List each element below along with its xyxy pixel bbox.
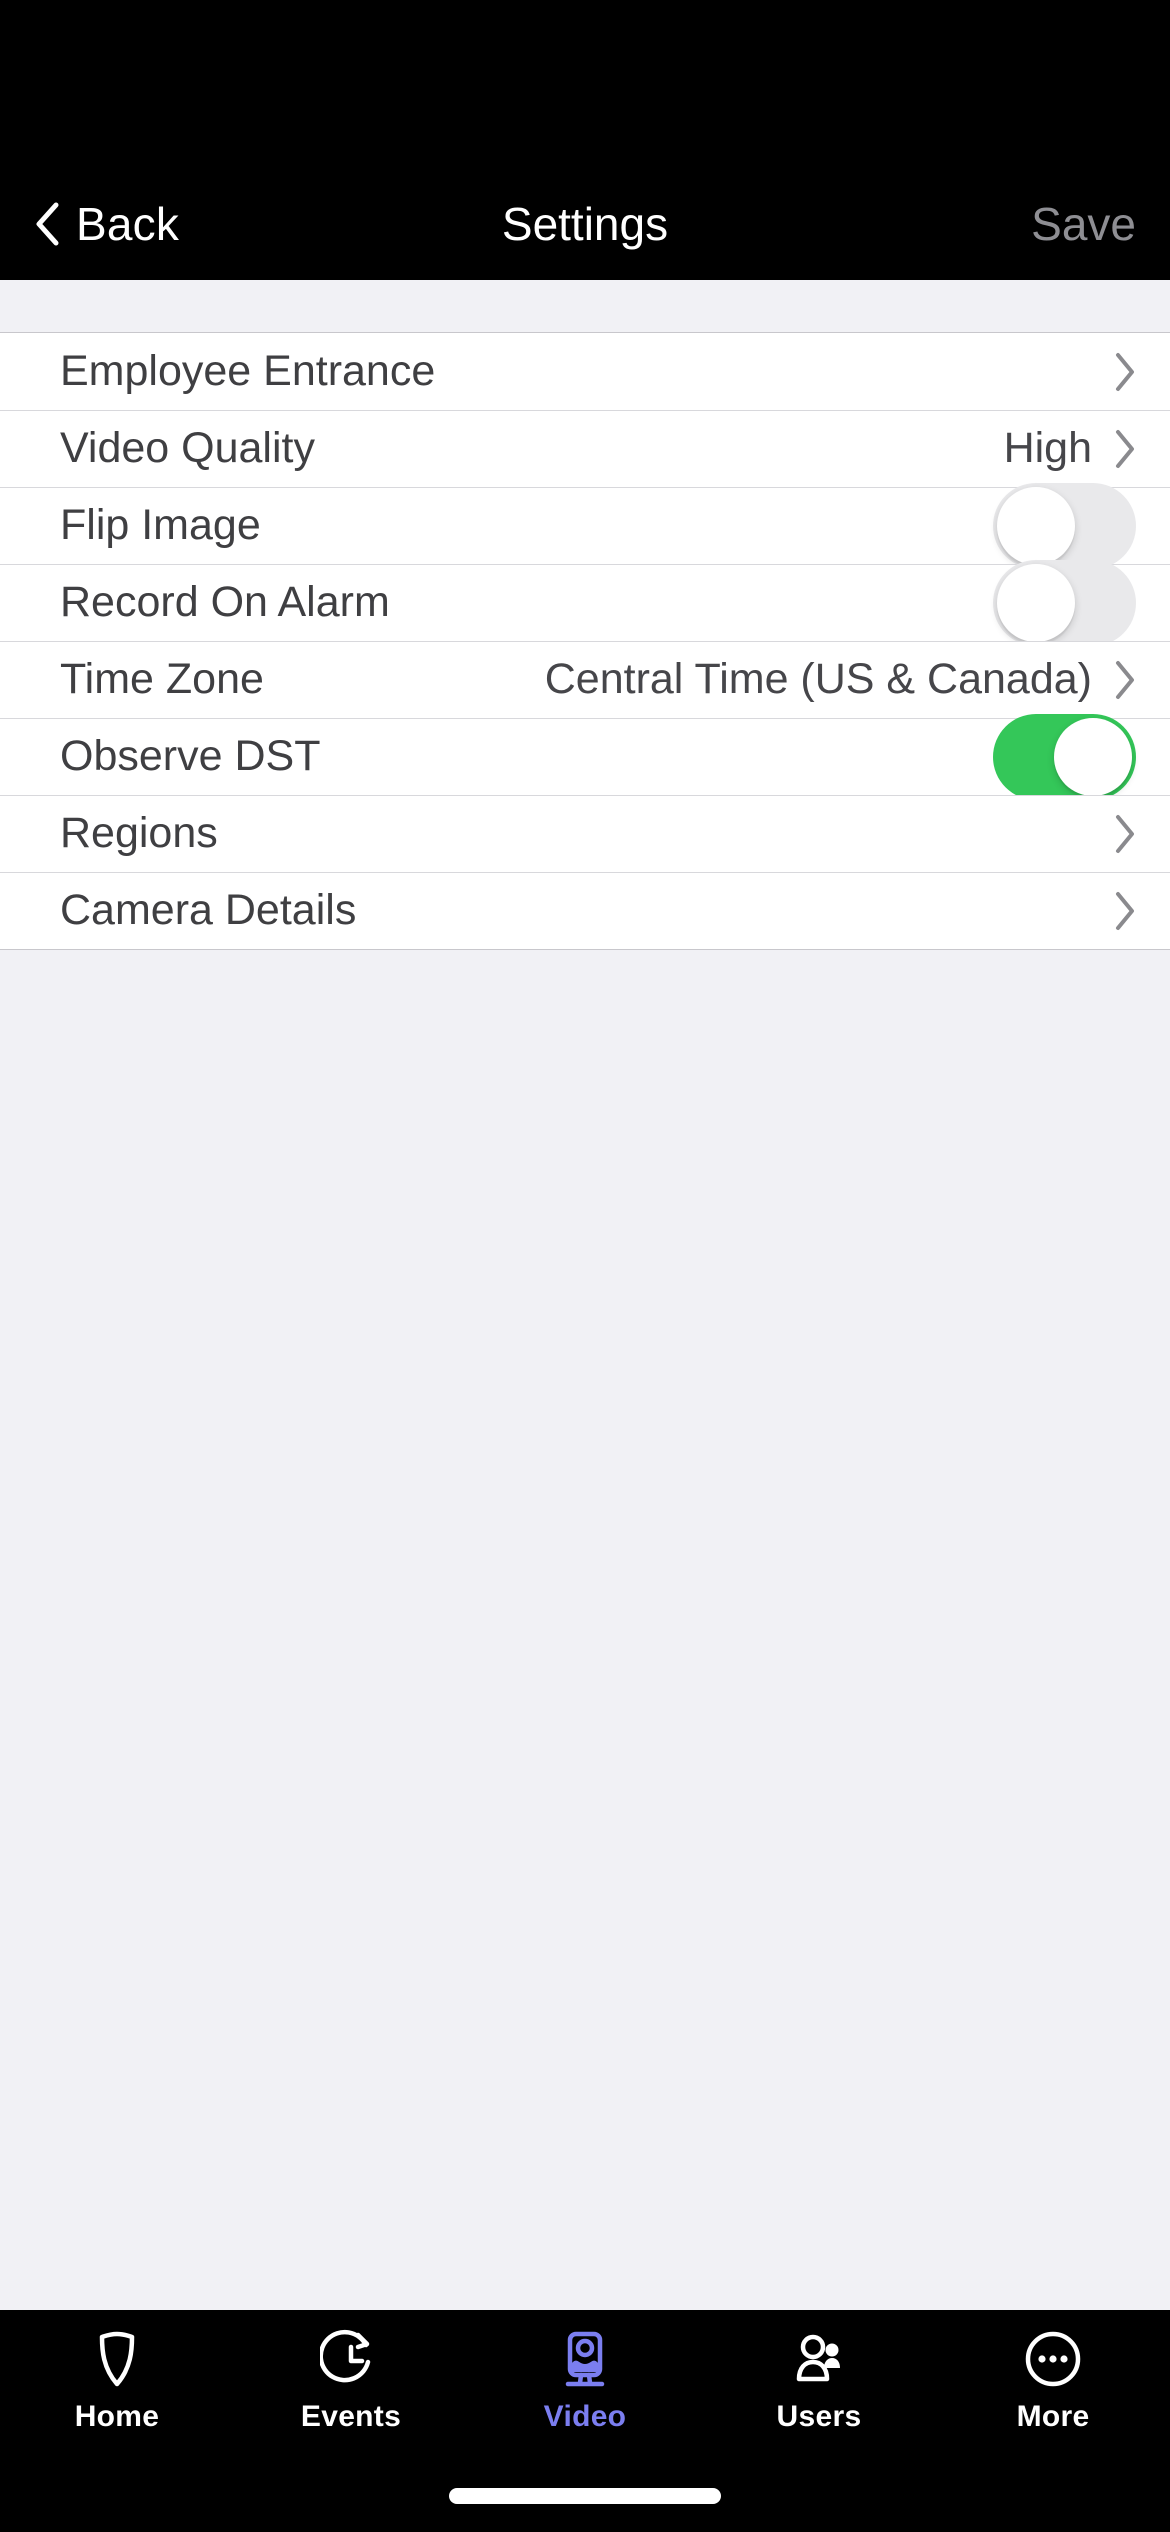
chevron-right-icon <box>1114 891 1136 931</box>
chevron-left-icon <box>34 202 60 246</box>
tab-video[interactable]: Video <box>468 2328 702 2432</box>
chevron-right-icon <box>1114 660 1136 700</box>
row-label: Video Quality <box>60 427 315 470</box>
row-label: Employee Entrance <box>60 350 435 393</box>
toggle-knob <box>997 564 1075 642</box>
tab-users[interactable]: Users <box>702 2328 936 2432</box>
ellipsis-circle-icon <box>1022 2328 1084 2390</box>
clock-rotate-icon <box>320 2328 382 2390</box>
settings-table: Employee Entrance Video Quality High <box>0 332 1170 950</box>
row-accessory: Central Time (US & Canada) <box>545 658 1136 701</box>
row-accessory <box>1114 814 1136 854</box>
record-on-alarm-toggle[interactable] <box>993 560 1136 646</box>
app-screen: Back Settings Save Employee Entrance <box>0 0 1170 2532</box>
home-indicator-area <box>0 2460 1170 2532</box>
row-accessory: High <box>1004 427 1136 470</box>
tab-label: Video <box>544 2402 627 2432</box>
row-label: Time Zone <box>60 658 264 701</box>
chevron-right-icon <box>1114 429 1136 469</box>
row-accessory <box>1114 352 1136 392</box>
toggle-knob <box>1054 718 1132 796</box>
empty-space <box>0 950 1170 2310</box>
home-indicator[interactable] <box>449 2488 721 2504</box>
settings-row-flip-image: Flip Image <box>0 487 1170 564</box>
tab-events[interactable]: Events <box>234 2328 468 2432</box>
toggle-knob <box>997 487 1075 565</box>
row-value: Central Time (US & Canada) <box>545 658 1092 701</box>
status-bar <box>0 0 1170 168</box>
row-accessory <box>993 483 1136 569</box>
row-accessory <box>1114 891 1136 931</box>
settings-row-regions[interactable]: Regions <box>0 795 1170 872</box>
row-value: High <box>1004 427 1092 470</box>
settings-row-camera-details[interactable]: Camera Details <box>0 872 1170 949</box>
tab-label: More <box>1017 2402 1090 2432</box>
camera-stand-icon <box>554 2328 616 2390</box>
chevron-right-icon <box>1114 814 1136 854</box>
settings-row-record-on-alarm: Record On Alarm <box>0 564 1170 641</box>
row-accessory <box>993 560 1136 646</box>
row-accessory <box>993 714 1136 800</box>
row-label: Flip Image <box>60 504 261 547</box>
tab-bar: Home Events Vi <box>0 2310 1170 2460</box>
settings-row-employee-entrance[interactable]: Employee Entrance <box>0 333 1170 410</box>
row-label: Record On Alarm <box>60 581 390 624</box>
tab-label: Events <box>301 2402 401 2432</box>
flip-image-toggle[interactable] <box>993 483 1136 569</box>
tab-home[interactable]: Home <box>0 2328 234 2432</box>
row-label: Camera Details <box>60 889 356 932</box>
settings-row-time-zone[interactable]: Time Zone Central Time (US & Canada) <box>0 641 1170 718</box>
observe-dst-toggle[interactable] <box>993 714 1136 800</box>
users-icon <box>788 2328 850 2390</box>
row-label: Observe DST <box>60 735 320 778</box>
settings-row-video-quality[interactable]: Video Quality High <box>0 410 1170 487</box>
section-gap <box>0 280 1170 332</box>
chevron-right-icon <box>1114 352 1136 392</box>
save-button[interactable]: Save <box>1031 201 1136 247</box>
navigation-bar: Back Settings Save <box>0 168 1170 280</box>
row-label: Regions <box>60 812 218 855</box>
shield-icon <box>86 2328 148 2390</box>
settings-row-observe-dst: Observe DST <box>0 718 1170 795</box>
settings-content: Employee Entrance Video Quality High <box>0 280 1170 2310</box>
tab-label: Home <box>75 2402 160 2432</box>
tab-label: Users <box>777 2402 862 2432</box>
back-button-label: Back <box>76 201 179 247</box>
back-button[interactable]: Back <box>34 201 179 247</box>
tab-more[interactable]: More <box>936 2328 1170 2432</box>
